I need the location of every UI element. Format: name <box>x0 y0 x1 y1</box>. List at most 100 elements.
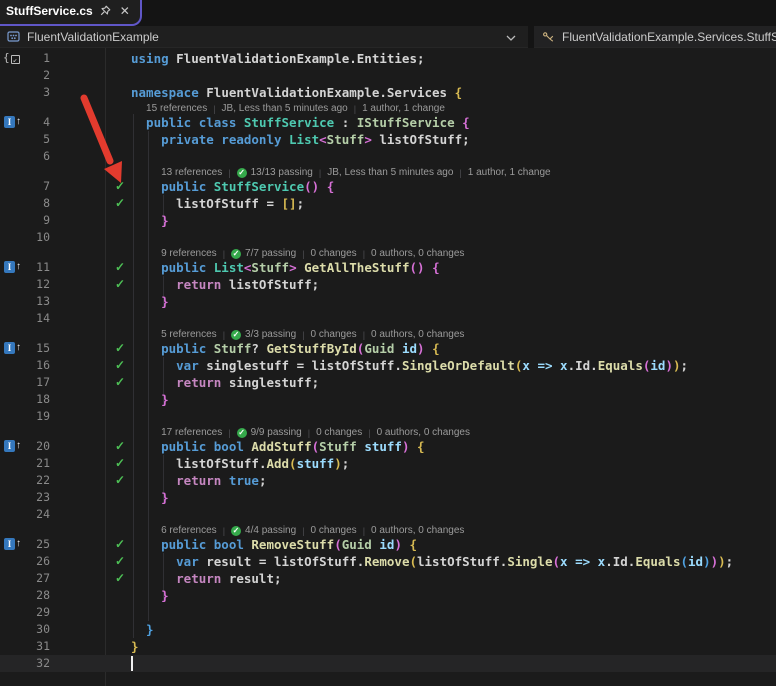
codelens-item[interactable]: ✓ 7/7 passing <box>231 248 296 259</box>
codelens-item[interactable]: 15 references <box>146 103 207 114</box>
codelens-item[interactable]: ✓ 3/3 passing <box>231 329 296 340</box>
line-number: 11 <box>36 260 50 274</box>
codelens-row[interactable]: 15 references | JB, Less than 5 minutes ag… <box>0 101 776 114</box>
pin-icon[interactable] <box>97 3 113 19</box>
code-line[interactable]: 13} <box>0 293 776 310</box>
codelens-item[interactable]: ✓ 13/13 passing <box>236 167 313 178</box>
coverage-check-icon[interactable]: ✓ <box>109 455 131 472</box>
coverage-check-icon[interactable]: ✓ <box>109 178 131 195</box>
code-line[interactable]: 7 ✓ public StuffService() { <box>0 178 776 195</box>
line-number: 10 <box>36 230 50 244</box>
code-text: listOfStuff.Add(stuff); <box>176 456 350 471</box>
line-number: 4 <box>43 115 50 129</box>
codelens-item[interactable]: 1 author, 1 change <box>468 167 551 178</box>
codelens-item[interactable]: JB, Less than 5 minutes ago <box>327 167 453 178</box>
tab-stuffservice[interactable]: StuffService.cs ✕ <box>0 0 142 26</box>
codelens-item[interactable]: 17 references <box>161 427 222 438</box>
codelens-item[interactable]: 0 changes <box>316 427 362 438</box>
code-line[interactable]: 31} <box>0 638 776 655</box>
coverage-check-icon[interactable]: ✓ <box>109 340 131 357</box>
codelens-row[interactable]: 6 references | ✓ 4/4 passing | 0 changes | 0 au… <box>0 523 776 536</box>
codelens-item[interactable]: 9 references <box>161 248 217 259</box>
code-line[interactable]: 8 ✓ listOfStuff = []; <box>0 195 776 212</box>
code-line[interactable]: I ↑ 4 public class StuffService : IStuffSer… <box>0 114 776 131</box>
code-line[interactable]: 10 <box>0 229 776 246</box>
line-number: 22 <box>36 473 50 487</box>
codelens-item[interactable]: 13 references <box>161 167 222 178</box>
codelens-row[interactable]: 9 references | ✓ 7/7 passing | 0 changes | 0 au… <box>0 246 776 259</box>
codelens-item[interactable]: 0 changes <box>311 248 357 259</box>
code-line[interactable]: 19 <box>0 408 776 425</box>
text-cursor <box>131 656 133 671</box>
codelens-item[interactable]: 0 changes <box>311 525 357 536</box>
code-line[interactable]: 3 namespace FluentValidationExample.Servi… <box>0 84 776 101</box>
codelens-item[interactable]: ✓ 4/4 passing <box>231 525 296 536</box>
codelens-item[interactable]: ✓ 9/9 passing <box>236 427 302 438</box>
line-number: 3 <box>43 85 50 99</box>
line-number: 9 <box>43 213 50 227</box>
code-line[interactable]: 14 <box>0 310 776 327</box>
coverage-check-icon[interactable]: ✓ <box>109 195 131 212</box>
coverage-check-icon[interactable]: ✓ <box>109 472 131 489</box>
code-line[interactable]: 32 <box>0 655 776 672</box>
codelens-row[interactable]: 17 references | ✓ 9/9 passing | 0 changes | 0 a… <box>0 425 776 438</box>
project-name: FluentValidationExample <box>27 29 159 44</box>
codelens-item[interactable]: 0 authors, 0 changes <box>377 427 470 438</box>
code-line[interactable]: 6 <box>0 148 776 165</box>
code-line[interactable]: {↙ 1 using FluentValidationExample.Entitie… <box>0 50 776 67</box>
code-text: } <box>161 490 169 505</box>
code-line[interactable]: 18} <box>0 391 776 408</box>
code-line[interactable]: 22 ✓ return true; <box>0 472 776 489</box>
coverage-check-icon[interactable]: ✓ <box>109 536 131 553</box>
code-text: public StuffService() { <box>161 179 335 194</box>
code-line[interactable]: 30} <box>0 621 776 638</box>
codelens-item[interactable]: 6 references <box>161 525 217 536</box>
codelens-separator: | <box>362 526 366 536</box>
code-line[interactable]: 21 ✓ listOfStuff.Add(stuff); <box>0 455 776 472</box>
codelens-separator: | <box>222 249 226 259</box>
line-number: 32 <box>36 656 50 670</box>
code-line[interactable]: I ↑ 25 ✓ public bool RemoveStuff(Guid id) { <box>0 536 776 553</box>
codelens-item[interactable]: 0 authors, 0 changes <box>371 248 464 259</box>
codelens-item[interactable]: 5 references <box>161 329 217 340</box>
codelens-item[interactable]: 0 authors, 0 changes <box>371 525 464 536</box>
code-line[interactable]: 2 <box>0 67 776 84</box>
coverage-check-icon[interactable]: ✓ <box>109 374 131 391</box>
code-line[interactable]: 17 ✓ return singlestuff; <box>0 374 776 391</box>
coverage-check-icon[interactable]: ✓ <box>109 553 131 570</box>
chevron-down-icon[interactable] <box>506 28 516 46</box>
code-text: return listOfStuff; <box>176 277 320 292</box>
code-line[interactable]: 5 private readonly List<Stuff> listOfStuf… <box>0 131 776 148</box>
code-line[interactable]: 26 ✓ var result = listOfStuff.Remove(listO… <box>0 553 776 570</box>
project-dropdown[interactable]: FluentValidationExample <box>0 26 528 48</box>
code-editor[interactable]: {↙ 1 using FluentValidationExample.Entitie… <box>0 48 776 686</box>
coverage-check-icon[interactable]: ✓ <box>109 276 131 293</box>
codelens-row[interactable]: 13 references | ✓ 13/13 passing | JB, Less th… <box>0 165 776 178</box>
code-line[interactable]: I ↑ 20 ✓ public bool AddStuff(Stuff stuff) { <box>0 438 776 455</box>
codelens-item[interactable]: 0 authors, 0 changes <box>371 329 464 340</box>
code-line[interactable]: 16 ✓ var singlestuff = listOfStuff.SingleO… <box>0 357 776 374</box>
code-line[interactable]: 28} <box>0 587 776 604</box>
line-number: 27 <box>36 571 50 585</box>
code-line[interactable]: 27 ✓ return result; <box>0 570 776 587</box>
code-line[interactable]: 23} <box>0 489 776 506</box>
code-text: var singlestuff = listOfStuff.SingleOrDe… <box>176 358 689 373</box>
close-icon[interactable]: ✕ <box>117 3 133 19</box>
code-line[interactable]: I ↑ 11 ✓ public List<Stuff> GetAllTheStuff()… <box>0 259 776 276</box>
code-line[interactable]: 9} <box>0 212 776 229</box>
code-line[interactable]: 24 <box>0 506 776 523</box>
codelens-item[interactable]: 0 changes <box>311 329 357 340</box>
code-line[interactable]: 12 ✓ return listOfStuff; <box>0 276 776 293</box>
code-line[interactable]: I ↑ 15 ✓ public Stuff? GetStuffById(Guid id)… <box>0 340 776 357</box>
codelens-item[interactable]: JB, Less than 5 minutes ago <box>222 103 348 114</box>
coverage-check-icon[interactable]: ✓ <box>109 259 131 276</box>
coverage-check-icon[interactable]: ✓ <box>109 570 131 587</box>
line-number: 16 <box>36 358 50 372</box>
codelens-item[interactable]: 1 author, 1 change <box>362 103 445 114</box>
code-line[interactable]: 29 <box>0 604 776 621</box>
codelens-row[interactable]: 5 references | ✓ 3/3 passing | 0 changes | 0 au… <box>0 327 776 340</box>
coverage-check-icon[interactable]: ✓ <box>109 357 131 374</box>
type-dropdown[interactable]: FluentValidationExample.Services.StuffSe… <box>534 26 776 48</box>
codelens-separator: | <box>318 168 322 178</box>
coverage-check-icon[interactable]: ✓ <box>109 438 131 455</box>
